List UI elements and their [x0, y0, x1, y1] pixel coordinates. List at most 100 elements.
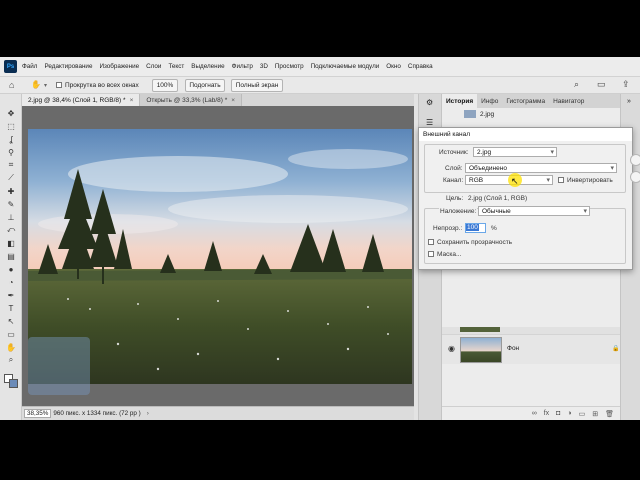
- layer-label: Слой:: [445, 165, 463, 172]
- menu-file[interactable]: Файл: [22, 63, 37, 70]
- search-icon[interactable]: ⌕: [574, 79, 579, 90]
- menu-view[interactable]: Просмотр: [275, 63, 304, 70]
- eraser-tool-icon[interactable]: ◧: [6, 238, 16, 248]
- hand-icon: ✋: [31, 80, 41, 89]
- scroll-all-label: Прокрутка во всех окнах: [65, 82, 139, 89]
- channel-value: RGB: [469, 177, 484, 184]
- healing-brush-icon[interactable]: ✚: [6, 186, 16, 196]
- preserve-transparency-checkbox[interactable]: [428, 239, 434, 246]
- background-color-swatch[interactable]: [9, 379, 18, 388]
- layer-row-background[interactable]: ◉ Фон 🔒: [442, 334, 620, 364]
- adjustment-icon[interactable]: ◑: [567, 410, 571, 417]
- move-tool-icon[interactable]: ✥: [6, 108, 16, 118]
- blending-select[interactable]: Обычные ▾: [478, 206, 590, 216]
- dodge-tool-icon[interactable]: ◔: [6, 277, 16, 287]
- tab-navigator[interactable]: Навигатор: [549, 94, 588, 108]
- layer-select[interactable]: Объединено ▾: [465, 163, 617, 173]
- source-select[interactable]: 2.jpg ▾: [473, 147, 557, 157]
- close-icon[interactable]: ×: [231, 97, 235, 104]
- new-layer-icon[interactable]: ⊞: [592, 410, 598, 418]
- apply-image-dialog: Внешний канал Источник: 2.jpg ▾ Слой: Объ…: [418, 127, 640, 270]
- history-brush-icon[interactable]: ⤺: [6, 225, 16, 235]
- pen-tool-icon[interactable]: ✒: [6, 290, 16, 300]
- gradient-tool-icon[interactable]: ▤: [6, 251, 16, 261]
- menu-help[interactable]: Справка: [408, 63, 433, 70]
- tab-2jpg[interactable]: 2.jpg @ 38,4% (Слой 1, RGB/8) * ×: [22, 94, 141, 106]
- menu-bar: Ps Файл Редактирование Изображение Слои …: [0, 57, 640, 76]
- opacity-input[interactable]: 100: [465, 223, 486, 233]
- lasso-tool-icon[interactable]: ʆ: [6, 134, 16, 144]
- group-icon[interactable]: ▭: [579, 410, 586, 418]
- workspace-icon[interactable]: ▭: [597, 79, 606, 90]
- menu-select[interactable]: Выделение: [191, 63, 224, 70]
- cancel-button[interactable]: [630, 171, 640, 183]
- opacity-value: 100: [466, 224, 479, 231]
- history-item[interactable]: 2.jpg: [480, 111, 494, 118]
- status-bar: 38,35% 960 пикс. x 1334 пикс. (72 pp ) ›: [22, 406, 414, 420]
- menu-edit[interactable]: Редактирование: [44, 63, 92, 70]
- crop-tool-icon[interactable]: ⌗: [6, 160, 16, 170]
- fit-screen-button[interactable]: Подогнать: [185, 79, 225, 92]
- hand-tool-icon[interactable]: ✋: [6, 342, 16, 352]
- eye-icon[interactable]: ◉: [448, 344, 455, 353]
- link-layers-icon[interactable]: ∞: [532, 410, 537, 417]
- tab-open[interactable]: Открыть @ 33,3% (Lab/8) * ×: [140, 94, 243, 106]
- menu-plugins[interactable]: Подключаемые модули: [311, 63, 380, 70]
- menu-window[interactable]: Окно: [386, 63, 401, 70]
- blur-tool-icon[interactable]: ●: [6, 264, 16, 274]
- close-icon[interactable]: ×: [130, 97, 134, 104]
- path-selection-icon[interactable]: ↖: [6, 316, 16, 326]
- lock-icon: 🔒: [612, 346, 620, 352]
- eyedropper-icon[interactable]: ⟋: [6, 173, 16, 183]
- home-icon[interactable]: ⌂: [9, 80, 14, 90]
- clone-stamp-icon[interactable]: ⊥: [6, 212, 16, 222]
- photoshop-logo: Ps: [4, 60, 17, 73]
- zoom-level[interactable]: 38,35%: [24, 409, 52, 418]
- opacity-label: Непрозр.:: [433, 225, 463, 232]
- chevron-down-icon: ▾: [583, 208, 587, 215]
- zoom-100-button[interactable]: 100%: [152, 79, 178, 92]
- dialog-title: Внешний канал: [419, 128, 632, 141]
- type-tool-icon[interactable]: T: [6, 303, 16, 313]
- target-value: 2.jpg (Слой 1, RGB): [468, 195, 528, 202]
- channel-label: Канал:: [443, 177, 464, 184]
- tab-info[interactable]: Инфо: [477, 94, 502, 108]
- menu-layer[interactable]: Слои: [146, 63, 161, 70]
- trash-icon[interactable]: 🗑: [605, 410, 614, 418]
- document-tabs: 2.jpg @ 38,4% (Слой 1, RGB/8) * × Открыт…: [22, 94, 414, 106]
- panel-tabs: История Инфо Гистограмма Навигатор: [442, 94, 620, 108]
- target-label: Цель:: [446, 195, 464, 202]
- mask-icon[interactable]: ◘: [556, 410, 560, 417]
- mask-checkbox[interactable]: [428, 251, 434, 258]
- preserve-transparency-label: Сохранить прозрачность: [437, 239, 513, 246]
- fullscreen-button[interactable]: Полный экран: [231, 79, 283, 92]
- tab-history[interactable]: История: [442, 94, 478, 108]
- source-value: 2.jpg: [477, 149, 492, 156]
- mouse-pointer-icon: ↖: [511, 176, 519, 186]
- menu-type[interactable]: Текст: [168, 63, 184, 70]
- menu-image[interactable]: Изображение: [99, 63, 139, 70]
- invert-checkbox[interactable]: [558, 177, 564, 184]
- share-icon[interactable]: ⇪: [622, 79, 630, 90]
- menu-3d[interactable]: 3D: [260, 63, 268, 70]
- chevron-down-icon: ▾: [550, 149, 554, 156]
- rectangle-tool-icon[interactable]: ▭: [6, 329, 16, 339]
- fx-icon[interactable]: fx: [544, 410, 549, 417]
- menu-filter[interactable]: Фильтр: [232, 63, 253, 70]
- history-icon[interactable]: ☰: [426, 118, 433, 127]
- blending-value: Обычные: [482, 208, 511, 215]
- magic-wand-icon[interactable]: ⚲: [6, 147, 16, 157]
- blending-label: Наложение:: [439, 208, 478, 215]
- collapse-icon[interactable]: »: [627, 98, 631, 105]
- chevron-down-icon[interactable]: ▾: [44, 82, 47, 89]
- ok-button[interactable]: [630, 154, 640, 166]
- scroll-all-checkbox[interactable]: [56, 82, 62, 89]
- tools-panel: ✥ ⬚ ʆ ⚲ ⌗ ⟋ ✚ ✎ ⊥ ⤺ ◧ ▤ ● ◔ ✒ T ↖ ▭ ✋ ⌕: [0, 94, 22, 420]
- marquee-tool-icon[interactable]: ⬚: [6, 121, 16, 131]
- zoom-tool-icon[interactable]: ⌕: [6, 355, 16, 365]
- tab-histogram[interactable]: Гистограмма: [502, 94, 549, 108]
- properties-icon[interactable]: ⚙: [426, 98, 433, 107]
- chevron-right-icon[interactable]: ›: [147, 410, 149, 417]
- brush-tool-icon[interactable]: ✎: [6, 199, 16, 209]
- chevron-down-icon: ▾: [610, 165, 614, 172]
